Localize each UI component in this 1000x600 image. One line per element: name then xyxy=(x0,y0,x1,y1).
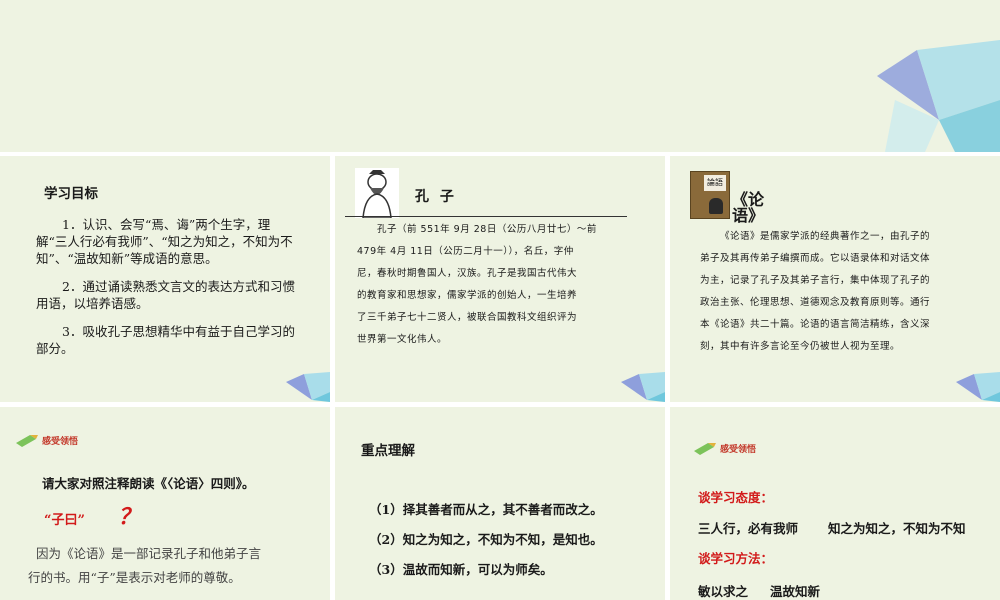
slide-learning-goals[interactable]: 学习目标 1．认识、会写“焉、诲”两个生字，理解“三人行必有我师”、“知之为知之… xyxy=(0,156,330,402)
book-cover-image: 論語 xyxy=(690,171,730,219)
corner-decoration xyxy=(956,372,1000,402)
figure-name: 孔 子 xyxy=(415,189,457,205)
title-slide-banner xyxy=(0,0,1000,152)
quote-zi-yue: “子曰” xyxy=(44,513,85,528)
explain-line-1: 因为《论语》是一部记录孔子和他弟子言 xyxy=(36,546,262,561)
method-item-1: 敏以求之 xyxy=(698,584,749,599)
pencil-icon xyxy=(694,443,716,455)
slide-title: 《论语》 xyxy=(732,190,765,225)
analects-text: 《论语》是儒家学派的经典著作之一，由孔子的 弟子及其再传弟子编撰而成。它以语录体… xyxy=(700,231,931,352)
pencil-icon xyxy=(16,435,38,447)
method-item-2: 温故知新 xyxy=(770,584,821,599)
decorative-shapes xyxy=(877,40,1000,152)
reading-instruction: 请大家对照注释朗读《〈论语〉四则》。 xyxy=(42,476,255,491)
bio-text: 孔子（前 551年 9月 28日（公历八月廿七）～前 479年 4月 11日（公… xyxy=(357,224,597,345)
key-point-3: （3）温故而知新，可以为师矣。 xyxy=(369,562,553,577)
corner-decoration xyxy=(621,372,665,402)
goal-item-3: 3．吸收孔子思想精华中有益于自己学习的部分。 xyxy=(36,324,295,356)
goal-item-2: 2．通过诵读熟悉文言文的表达方式和习惯用语，以培养语感。 xyxy=(36,279,295,311)
slide-confucius[interactable]: 孔 子 孔子（前 551年 9月 28日（公历八月廿七）～前 479年 4月 1… xyxy=(335,156,665,402)
attitude-item-2: 知之为知之，不知为不知 xyxy=(828,521,966,536)
divider xyxy=(345,216,627,217)
corner-decoration xyxy=(286,372,330,402)
feel-badge: 感受领悟 xyxy=(16,433,78,447)
slide-analects[interactable]: 論語 《论语》 《论语》是儒家学派的经典著作之一，由孔子的 弟子及其再传弟子编撰… xyxy=(670,156,1000,402)
slide-learning-summary[interactable]: 感受领悟 谈学习态度： 三人行，必有我师 知之为知之，不知为不知 谈学习方法： … xyxy=(670,407,1000,600)
key-point-1: （1）择其善者而从之，其不善者而改之。 xyxy=(369,502,603,517)
attitude-label: 谈学习态度： xyxy=(698,490,774,505)
feel-badge: 感受领悟 xyxy=(694,441,756,455)
slide-title: 重点理解 xyxy=(361,443,415,459)
method-label: 谈学习方法： xyxy=(698,551,774,566)
slide-key-points[interactable]: 重点理解 （1）择其善者而从之，其不善者而改之。 （2）知之为知之，不知为不知，… xyxy=(335,407,665,600)
confucius-portrait-icon xyxy=(355,168,399,218)
slide-reading[interactable]: 感受领悟 请大家对照注释朗读《〈论语〉四则》。 “子曰” ？ 因为《论语》是一部… xyxy=(0,407,330,600)
goal-item-1: 1．认识、会写“焉、诲”两个生字，理解“三人行必有我师”、“知之为知之，不知为不… xyxy=(36,217,293,266)
question-mark-icon: ？ xyxy=(118,504,141,530)
key-point-2: （2）知之为知之，不知为不知，是知也。 xyxy=(369,532,603,547)
figure-silhouette xyxy=(709,198,723,214)
slide-title: 学习目标 xyxy=(44,186,98,202)
attitude-item-1: 三人行，必有我师 xyxy=(698,521,799,536)
explain-line-2: 行的书。用“子”是表示对老师的尊敬。 xyxy=(28,570,241,585)
